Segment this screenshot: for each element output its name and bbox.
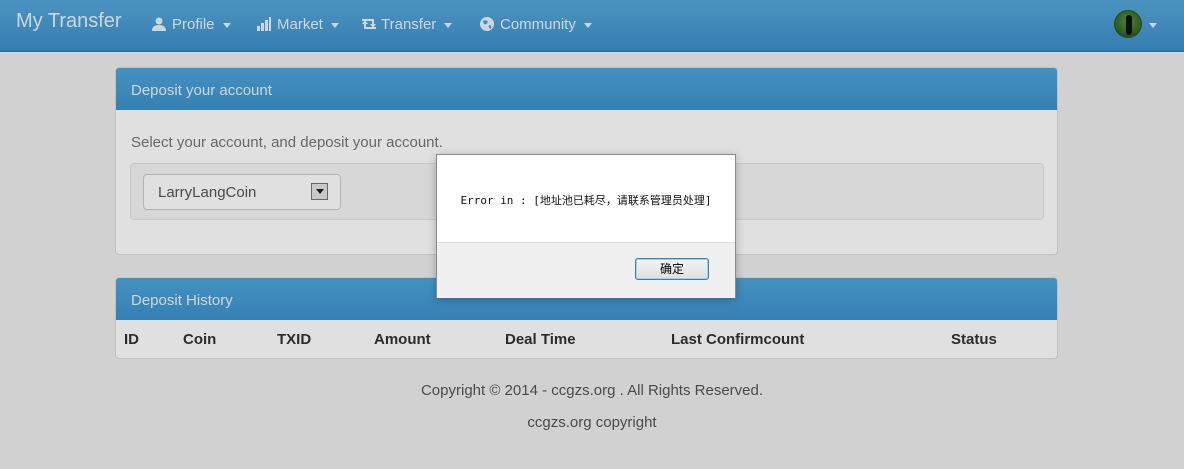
dialog-message: Error in : [地址池已耗尽，请联系管理员处理] bbox=[460, 194, 712, 207]
alert-dialog: Error in : [地址池已耗尽，请联系管理员处理] 确定 bbox=[436, 154, 736, 298]
ok-button[interactable]: 确定 bbox=[635, 258, 709, 280]
dialog-footer: 确定 bbox=[437, 242, 735, 298]
